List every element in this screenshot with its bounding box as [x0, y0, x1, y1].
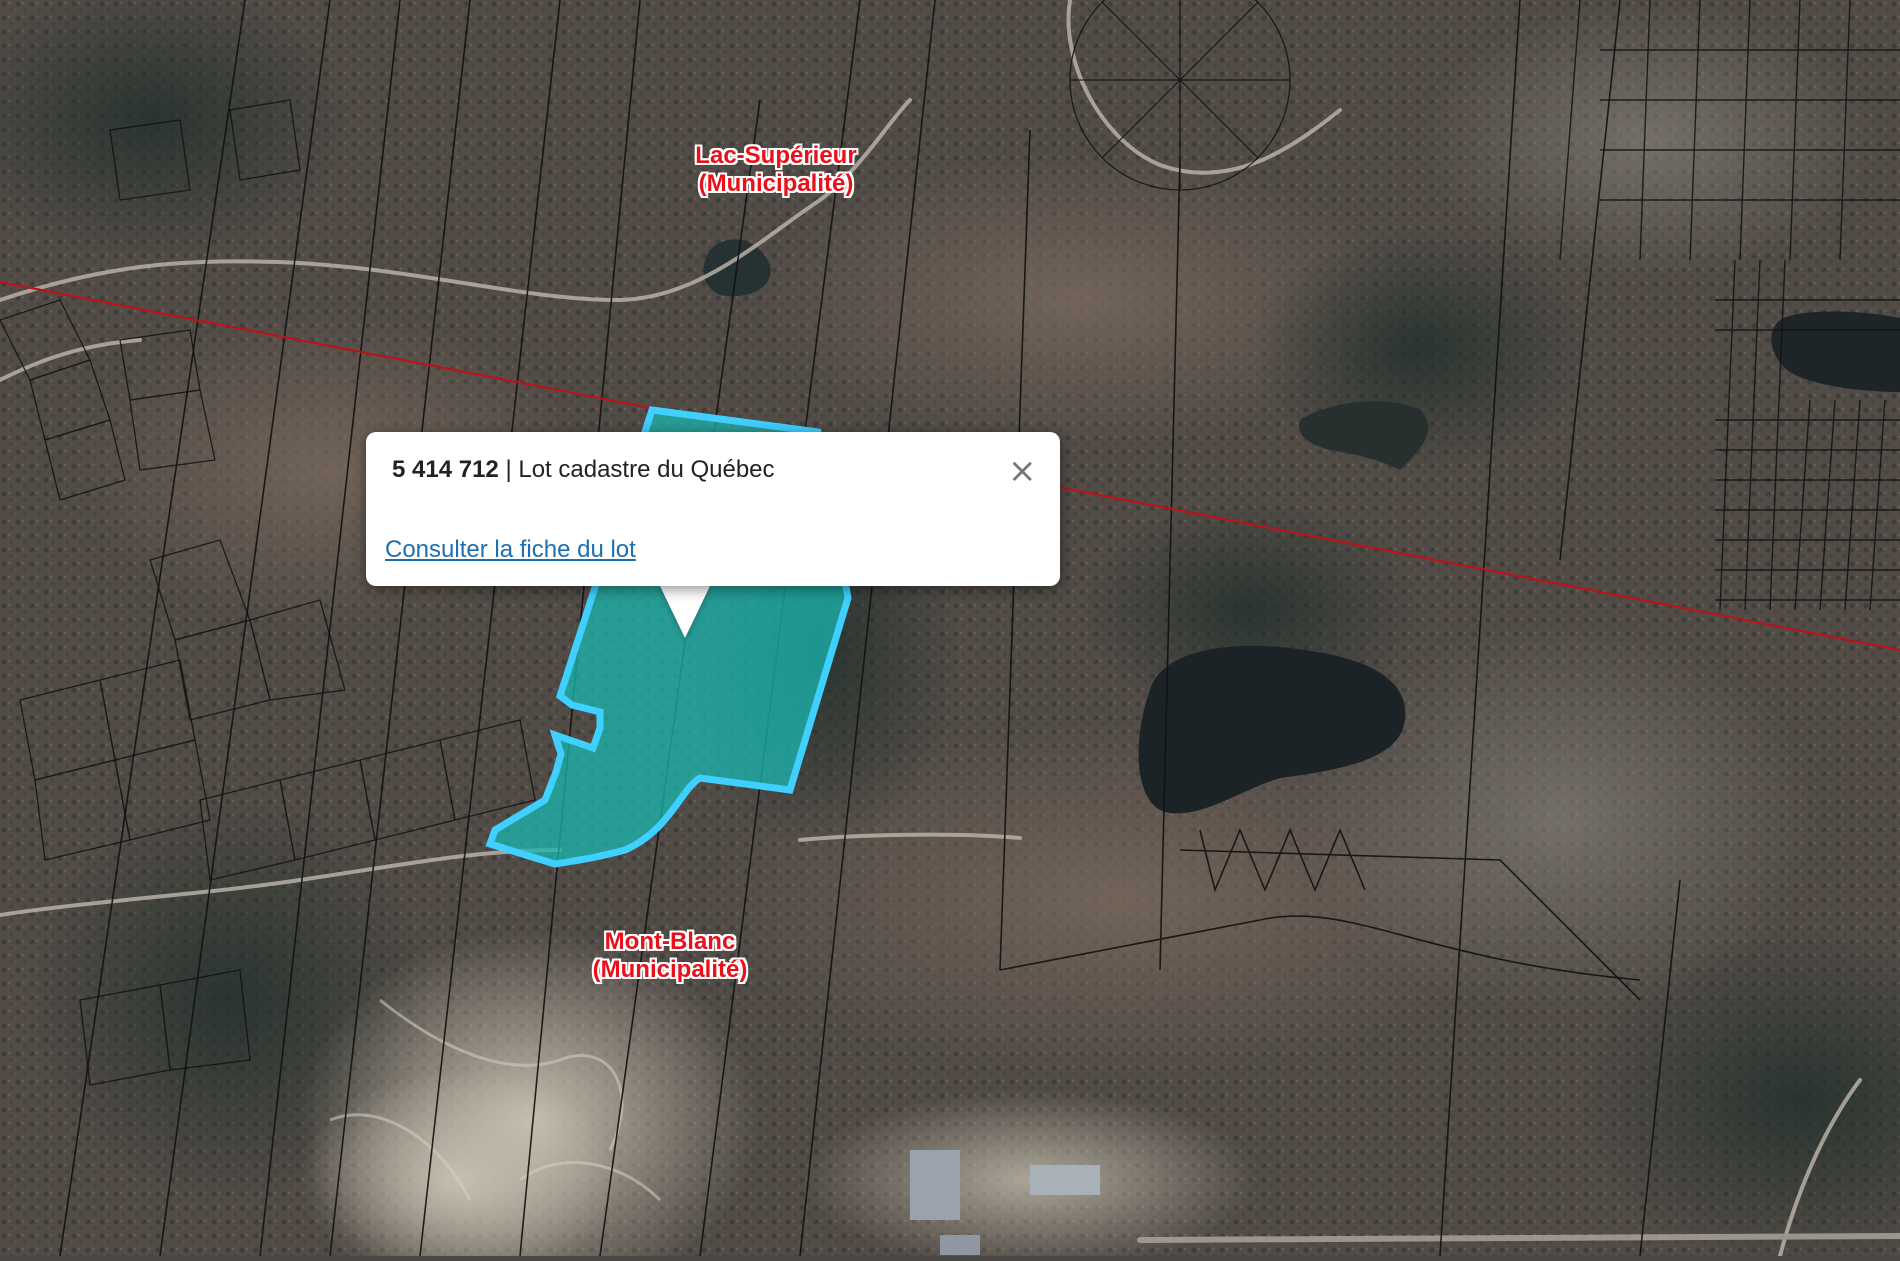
- popup-title: 5 414 712 | Lot cadastre du Québec: [392, 456, 775, 484]
- municipality-type: (Municipalité): [592, 956, 748, 983]
- municipality-label-mont-blanc: Mont-Blanc (Municipalité): [593, 928, 748, 984]
- municipality-name: Mont-Blanc: [604, 928, 736, 955]
- lot-number: 5 414 712: [392, 456, 499, 483]
- municipality-type: (Municipalité): [698, 170, 854, 197]
- aerial-imagery-layer: [0, 0, 1900, 1261]
- municipality-label-lac-superieur: Lac-Supérieur (Municipalité): [695, 142, 856, 198]
- popup-tip: [659, 584, 711, 638]
- lot-info-popup: 5 414 712 | Lot cadastre du Québec × Con…: [366, 432, 1060, 586]
- map-canvas[interactable]: Lac-Supérieur (Municipalité) Mont-Blanc …: [0, 0, 1900, 1261]
- municipality-name: Lac-Supérieur: [695, 142, 857, 169]
- view-lot-record-link[interactable]: Consulter la fiche du lot: [385, 536, 636, 564]
- close-icon[interactable]: ×: [1008, 454, 1037, 488]
- lot-type: Lot cadastre du Québec: [518, 456, 775, 483]
- title-separator: |: [498, 456, 519, 483]
